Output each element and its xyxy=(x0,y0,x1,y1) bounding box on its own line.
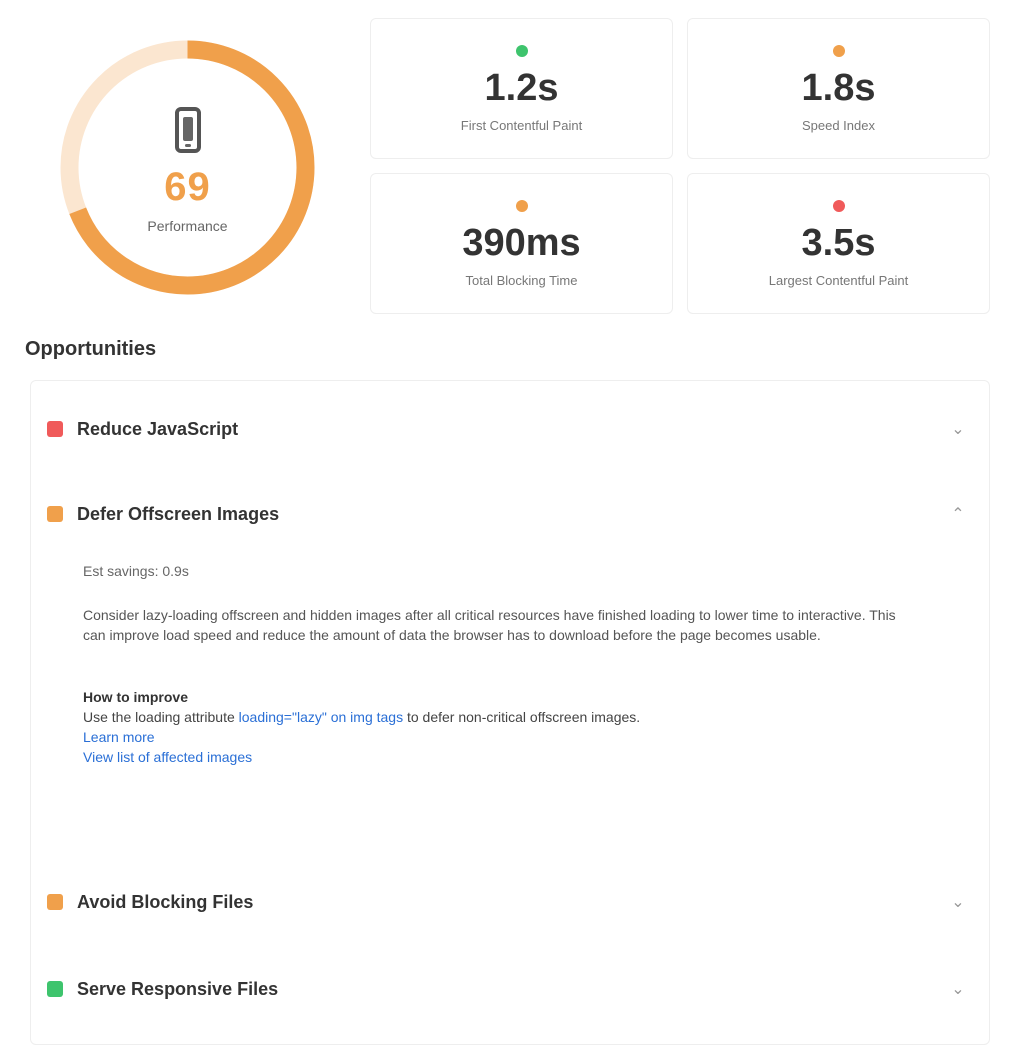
how-to-improve-title: How to improve xyxy=(83,689,189,705)
metric-value: 390ms xyxy=(462,221,581,264)
metric-card-speed-index: 1.8s Speed Index xyxy=(687,18,990,159)
section-title-opportunities: Opportunities xyxy=(25,338,157,360)
opportunity-row-reduce-javascript[interactable]: Reduce JavaScript ⌄ xyxy=(47,406,973,452)
metric-card-tbt: 390ms Total Blocking Time xyxy=(370,173,673,314)
metric-value: 3.5s xyxy=(801,221,876,264)
improve-text-after: to defer non-critical offscreen images. xyxy=(406,709,641,725)
status-dot-icon xyxy=(515,199,528,212)
estimated-savings: Est savings: 0.9s xyxy=(83,563,189,579)
metric-value: 1.2s xyxy=(484,66,559,109)
score-label: Performance xyxy=(147,218,228,234)
status-square-icon xyxy=(47,981,63,997)
view-affected-images-link[interactable]: View list of affected images xyxy=(83,747,919,767)
improve-text-before: Use the loading attribute xyxy=(83,709,235,725)
opportunity-row-defer-offscreen-images[interactable]: Defer Offscreen Images ⌃ xyxy=(47,491,973,537)
how-to-improve-text: Use the loading attribute loading="lazy"… xyxy=(83,707,919,727)
metric-card-lcp: 3.5s Largest Contentful Paint xyxy=(687,173,990,314)
opportunity-row-serve-responsive-files[interactable]: Serve Responsive Files ⌄ xyxy=(47,966,973,1012)
score-value: 69 xyxy=(164,165,211,209)
chevron-down-icon[interactable]: ⌄ xyxy=(943,892,973,912)
metrics-grid: 1.2s First Contentful Paint 1.8s Speed I… xyxy=(370,18,990,314)
chevron-down-icon[interactable]: ⌄ xyxy=(943,419,973,439)
metric-label: Largest Contentful Paint xyxy=(768,272,909,288)
metric-label: Total Blocking Time xyxy=(465,272,578,288)
status-square-icon xyxy=(47,894,63,910)
metric-value: 1.8s xyxy=(801,66,876,109)
opportunity-title: Serve Responsive Files xyxy=(77,978,279,999)
status-dot-icon xyxy=(515,44,528,57)
opportunity-title: Defer Offscreen Images xyxy=(77,503,280,524)
inline-doc-link[interactable]: loading="lazy" on img tags xyxy=(239,709,403,725)
opportunity-title: Reduce JavaScript xyxy=(77,418,239,439)
metric-card-fcp: 1.2s First Contentful Paint xyxy=(370,18,673,159)
performance-score-gauge: 69 Performance xyxy=(55,35,320,300)
metric-label: Speed Index xyxy=(801,117,875,133)
chevron-down-icon[interactable]: ⌄ xyxy=(943,979,973,999)
status-dot-icon xyxy=(832,199,845,212)
opportunities-panel: Reduce JavaScript ⌄ Defer Offscreen Imag… xyxy=(30,380,990,1045)
mobile-device-icon xyxy=(174,107,201,153)
status-dot-icon xyxy=(832,44,845,57)
metric-label: First Contentful Paint xyxy=(460,117,583,133)
status-square-icon xyxy=(47,421,63,437)
chevron-up-icon[interactable]: ⌃ xyxy=(943,504,973,524)
opportunity-detail: Est savings: 0.9s Consider lazy-loading … xyxy=(83,561,919,767)
opportunity-title: Avoid Blocking Files xyxy=(77,891,254,912)
opportunity-description: Consider lazy-loading offscreen and hidd… xyxy=(83,607,896,643)
opportunity-row-avoid-blocking-files[interactable]: Avoid Blocking Files ⌄ xyxy=(47,879,973,925)
status-square-icon xyxy=(47,506,63,522)
performance-report: 69 Performance 1.2s First Contentful Pai… xyxy=(0,0,1010,1062)
learn-more-link[interactable]: Learn more xyxy=(83,727,919,747)
